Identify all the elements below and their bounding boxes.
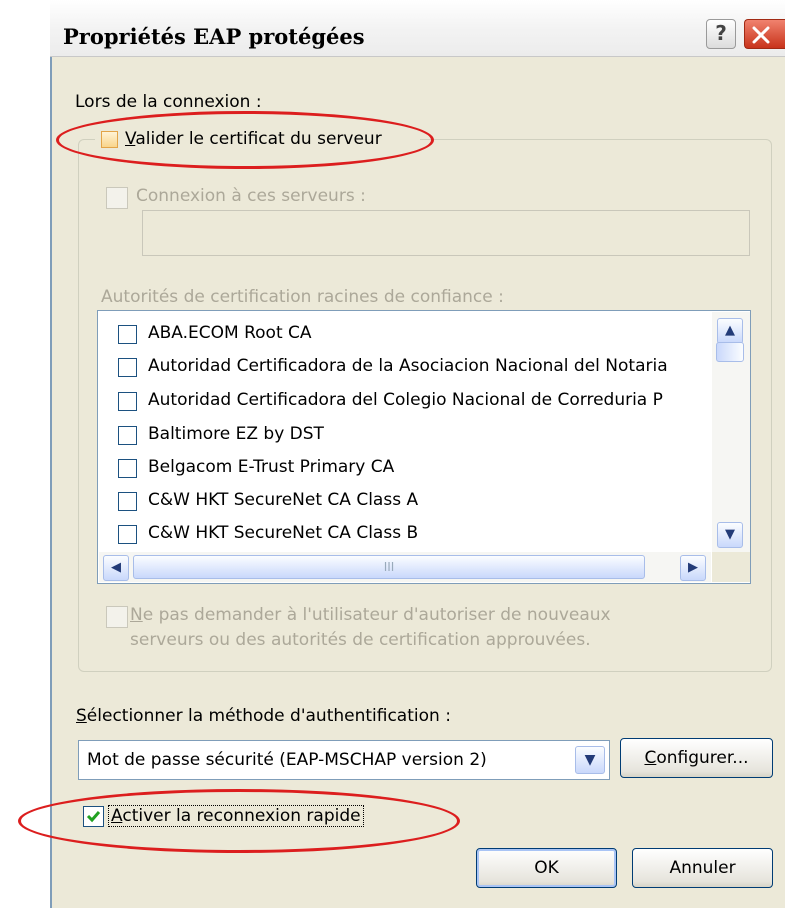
configure-label-rest: onfigurer... (656, 748, 749, 768)
no-prompt-mnemonic: N (130, 605, 143, 625)
ca-item-label: C&W HKT SecureNet CA Class B (148, 523, 419, 543)
scroll-up-button[interactable]: ▲ (717, 318, 743, 344)
servers-input[interactable] (142, 210, 750, 256)
annotation-ellipse (56, 111, 434, 169)
scroll-left-button[interactable]: ◀ (103, 555, 129, 581)
ca-item-label: C&W HKT SecureNet CA Class A (148, 490, 419, 510)
no-prompt-checkbox[interactable] (106, 606, 128, 628)
no-prompt-label-rest: e pas demander à l'utilisateur d'autoris… (142, 605, 611, 625)
configure-mnemonic: C (644, 748, 657, 768)
ca-item-label: Baltimore EZ by DST (148, 424, 324, 444)
help-button[interactable]: ? (706, 19, 736, 49)
no-prompt-label-line1: Ne pas demander à l'utilisateur d'autori… (130, 605, 611, 625)
ca-item-label: Autoridad Certificadora de la Asociacion… (148, 356, 668, 376)
ca-list-heading: Autorités de certification racines de co… (101, 287, 504, 307)
vertical-scroll-thumb[interactable] (716, 342, 744, 362)
chevron-down-icon[interactable]: ▼ (575, 746, 605, 774)
no-prompt-label-line2: serveurs ou des autorités de certificati… (130, 630, 591, 650)
scroll-down-button[interactable]: ▼ (717, 522, 743, 548)
connect-servers-label: Connexion à ces serveurs : (136, 186, 366, 206)
auth-heading-rest: électionner la méthode d'authentificatio… (86, 706, 451, 726)
scroll-corner (712, 552, 750, 582)
auth-method-select[interactable]: Mot de passe sécurité (EAP-MSCHAP versio… (78, 740, 610, 780)
close-icon (752, 26, 770, 44)
ca-item-label: Autoridad Certificadora del Colegio Naci… (148, 390, 663, 410)
ca-checkbox[interactable] (118, 392, 137, 411)
ca-checkbox[interactable] (118, 358, 137, 377)
auth-method-value: Mot de passe sécurité (EAP-MSCHAP versio… (87, 750, 487, 770)
auth-heading-mnemonic: S (76, 706, 87, 726)
ca-checkbox[interactable] (118, 426, 137, 445)
ok-button[interactable]: OK (476, 848, 617, 888)
ca-checkbox[interactable] (118, 459, 137, 478)
connect-servers-checkbox[interactable] (106, 187, 128, 209)
ca-checkbox[interactable] (118, 325, 137, 344)
connection-heading: Lors de la connexion : (75, 92, 262, 112)
close-button[interactable] (744, 19, 785, 49)
cancel-button[interactable]: Annuler (632, 848, 773, 888)
scroll-right-button[interactable]: ▶ (680, 555, 706, 581)
horizontal-scroll-thumb[interactable]: III (133, 555, 645, 579)
ca-checkbox[interactable] (118, 492, 137, 511)
annotation-ellipse (18, 789, 460, 853)
ca-checkbox[interactable] (118, 525, 137, 544)
ca-item-label: Belgacom E-Trust Primary CA (148, 457, 395, 477)
dialog-title: Propriétés EAP protégées (63, 24, 365, 49)
ca-item-label: ABA.ECOM Root CA (148, 323, 312, 343)
configure-button[interactable]: Configurer... (620, 738, 773, 778)
auth-method-heading: Sélectionner la méthode d'authentificati… (76, 706, 451, 726)
